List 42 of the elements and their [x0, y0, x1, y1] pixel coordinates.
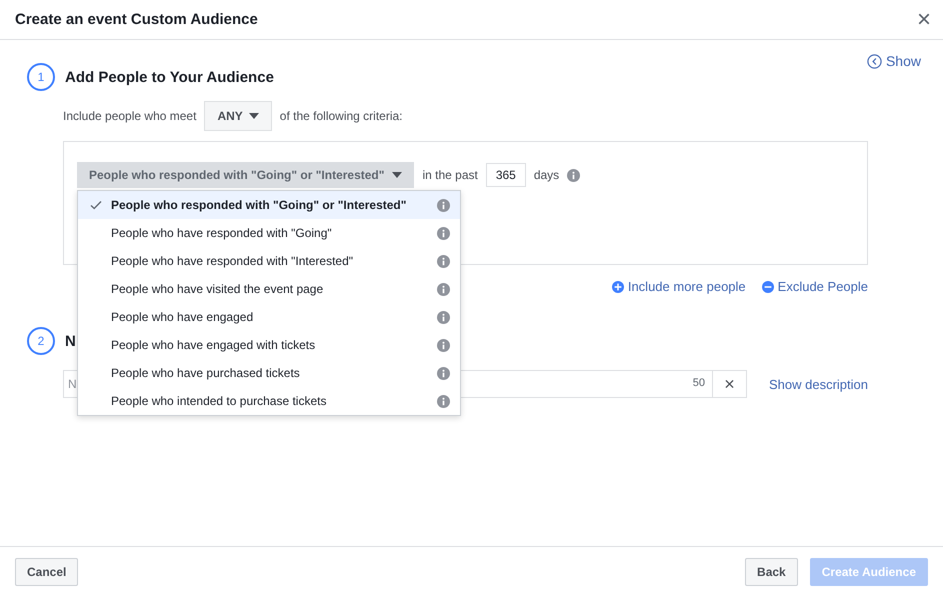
menu-option[interactable]: People who have responded with "Going": [78, 219, 460, 247]
menu-option[interactable]: People who have engaged with tickets: [78, 331, 460, 359]
menu-option[interactable]: People who have responded with "Interested": [78, 247, 460, 275]
menu-option[interactable]: People who have visited the event page: [78, 275, 460, 303]
close-button[interactable]: ×: [916, 8, 931, 32]
step-number: 2: [27, 327, 55, 355]
past-label: in the past: [422, 168, 478, 182]
exclude-link[interactable]: Exclude People: [762, 279, 868, 294]
checkmark-icon: [90, 200, 102, 210]
show-link[interactable]: Show: [866, 53, 921, 69]
plus-circle-icon: [612, 280, 624, 292]
dialog-title: Create an event Custom Audience: [15, 11, 258, 28]
info-icon: [437, 254, 450, 268]
info-icon: [437, 310, 450, 324]
show-description-link[interactable]: Show description: [769, 376, 868, 392]
include-label: Include people who meet: [63, 109, 196, 123]
step-number: 1: [27, 63, 55, 91]
info-icon: [437, 394, 450, 408]
minus-circle-icon: [762, 280, 774, 292]
info-icon: [437, 226, 450, 240]
section-title: Add People to Your Audience: [65, 68, 274, 86]
info-icon: [437, 282, 450, 296]
section-title: N: [65, 332, 76, 350]
days-label: days: [534, 168, 560, 182]
match-dropdown[interactable]: ANY: [204, 101, 272, 131]
include-more-link[interactable]: Include more people: [612, 279, 746, 294]
character-count: 50: [692, 377, 705, 389]
menu-option[interactable]: People who have engaged: [78, 303, 460, 331]
days-field[interactable]: 365: [486, 163, 526, 187]
event-criteria-dropdown[interactable]: People who responded with "Going" or "Interested": [77, 162, 414, 188]
back-button[interactable]: Back: [745, 558, 798, 586]
menu-option[interactable]: People who intended to purchase tickets: [78, 387, 460, 415]
chevron-circle-icon: [866, 54, 882, 68]
menu-option[interactable]: People who responded with "Going" or "Interested": [78, 191, 460, 219]
criteria-label: of the following criteria:: [280, 109, 403, 123]
menu-option[interactable]: People who have purchased tickets: [78, 359, 460, 387]
info-icon: [437, 198, 450, 212]
cancel-button[interactable]: Cancel: [15, 558, 78, 586]
clear-button[interactable]: ×: [713, 370, 747, 398]
info-icon: [437, 366, 450, 380]
info-icon: [567, 168, 580, 182]
info-icon: [437, 338, 450, 352]
